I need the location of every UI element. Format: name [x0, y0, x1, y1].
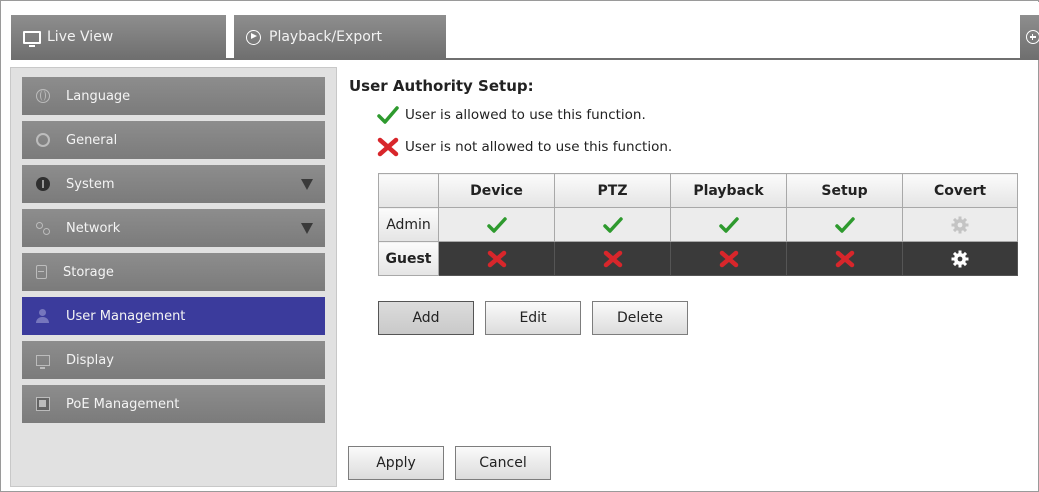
sidebar-item-label: System — [66, 176, 115, 192]
check-icon — [377, 106, 399, 124]
tab-live-view[interactable]: Live View — [11, 15, 226, 59]
sidebar-item-system[interactable]: System — [22, 165, 325, 203]
sidebar-item-label: PoE Management — [66, 396, 180, 412]
permission-cell[interactable] — [670, 241, 787, 276]
settings-sidebar: Language General System Network Storage … — [10, 67, 337, 487]
cross-icon — [377, 137, 399, 157]
legend-denied: User is not allowed to use this function… — [377, 137, 672, 157]
user-icon — [36, 309, 50, 323]
row-user-name[interactable]: Guest — [378, 241, 439, 276]
sidebar-item-user-management[interactable]: User Management — [22, 297, 325, 335]
table-corner — [378, 173, 439, 208]
gear-icon — [951, 250, 969, 267]
play-circle-icon — [246, 29, 261, 45]
app-window: Live View Playback/Export Language Gener… — [0, 0, 1039, 492]
column-header: PTZ — [554, 173, 671, 208]
storage-icon — [36, 265, 47, 279]
permission-cell[interactable] — [554, 241, 671, 276]
gear-icon — [951, 216, 969, 233]
table-row[interactable]: Admin — [378, 207, 1018, 242]
edit-button[interactable]: Edit — [485, 301, 581, 335]
sidebar-item-storage[interactable]: Storage — [22, 253, 325, 291]
sidebar-item-label: Storage — [63, 264, 114, 280]
add-button[interactable]: Add — [378, 301, 474, 335]
user-management-panel: User Authority Setup: User is allowed to… — [338, 67, 1039, 487]
legend-denied-text: User is not allowed to use this function… — [405, 139, 673, 155]
display-icon — [36, 354, 50, 369]
monitor-icon — [23, 30, 41, 47]
tab-more[interactable] — [1020, 15, 1039, 59]
tab-live-view-label: Live View — [47, 29, 114, 45]
sidebar-item-general[interactable]: General — [22, 121, 325, 159]
legend-allowed-text: User is allowed to use this function. — [405, 107, 646, 123]
general-icon — [36, 133, 50, 147]
permission-cell[interactable] — [438, 241, 555, 276]
sidebar-item-poe-management[interactable]: PoE Management — [22, 385, 325, 423]
permission-cell[interactable] — [902, 207, 1018, 242]
tab-playback-export-label: Playback/Export — [269, 29, 383, 45]
sidebar-item-network[interactable]: Network — [22, 209, 325, 247]
row-user-name[interactable]: Admin — [378, 207, 439, 242]
user-authority-table: Device PTZ Playback Setup Covert Admin G… — [378, 173, 1018, 276]
check-icon — [486, 216, 507, 233]
table-row[interactable]: Guest — [378, 241, 1018, 276]
cross-icon — [719, 250, 738, 267]
expand-arrow-icon — [301, 178, 313, 190]
table-header-row: Device PTZ Playback Setup Covert — [378, 173, 1018, 208]
permission-cell[interactable] — [786, 207, 903, 242]
page-title: User Authority Setup: — [349, 77, 534, 95]
permission-cell[interactable] — [554, 207, 671, 242]
tab-playback-export[interactable]: Playback/Export — [234, 15, 446, 59]
permission-cell[interactable] — [438, 207, 555, 242]
column-header: Covert — [902, 173, 1018, 208]
column-header: Device — [438, 173, 555, 208]
cross-icon — [603, 250, 622, 267]
permission-cell[interactable] — [670, 207, 787, 242]
apply-button[interactable]: Apply — [348, 446, 444, 480]
expand-arrow-icon — [301, 222, 313, 234]
sidebar-item-label: Network — [66, 220, 121, 236]
delete-button[interactable]: Delete — [592, 301, 688, 335]
globe-icon — [36, 89, 50, 103]
legend-allowed: User is allowed to use this function. — [377, 105, 646, 125]
sidebar-item-label: Display — [66, 352, 114, 368]
plus-circle-icon — [1026, 30, 1039, 44]
info-icon — [36, 177, 50, 191]
check-icon — [834, 216, 855, 233]
sidebar-item-label: Language — [66, 88, 131, 104]
top-tab-bar: Live View Playback/Export — [2, 2, 1039, 60]
sidebar-item-label: User Management — [66, 308, 186, 324]
sidebar-item-display[interactable]: Display — [22, 341, 325, 379]
cross-icon — [835, 250, 854, 267]
sidebar-item-language[interactable]: Language — [22, 77, 325, 115]
cross-icon — [487, 250, 506, 267]
permission-cell[interactable] — [902, 241, 1018, 276]
sidebar-item-label: General — [66, 132, 118, 148]
tab-bar-divider — [11, 58, 1039, 60]
poe-icon — [36, 397, 50, 411]
check-icon — [718, 216, 739, 233]
network-icon — [36, 221, 50, 235]
cancel-button[interactable]: Cancel — [455, 446, 551, 480]
check-icon — [602, 216, 623, 233]
column-header: Playback — [670, 173, 787, 208]
permission-cell[interactable] — [786, 241, 903, 276]
column-header: Setup — [786, 173, 903, 208]
